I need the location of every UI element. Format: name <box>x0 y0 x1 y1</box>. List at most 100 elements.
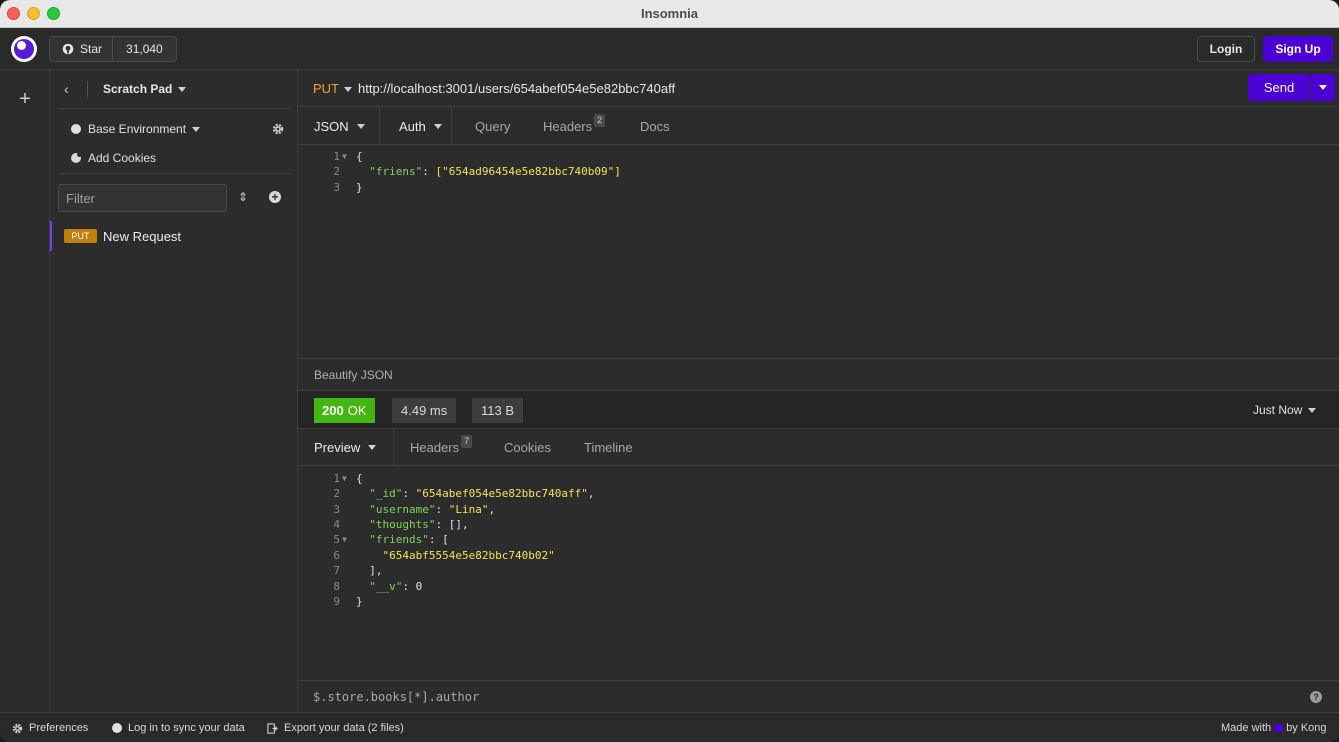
project-title: Scratch Pad <box>103 82 173 96</box>
response-body-viewer[interactable]: 1 ▼{ 2 "_id": "654abef054e5e82bbc740aff",… <box>298 466 1339 680</box>
cookie-icon <box>71 152 82 163</box>
tab-query[interactable]: Query <box>475 107 510 145</box>
help-icon[interactable]: ? <box>1310 691 1322 703</box>
tab-label: Headers <box>410 440 460 455</box>
plus-icon[interactable]: + <box>14 88 36 110</box>
json-key: "username" <box>369 502 436 516</box>
tab-auth[interactable]: Auth <box>380 107 452 145</box>
code-line: 5 ▼ "friends": [ <box>298 531 448 547</box>
tab-label: Query <box>475 118 511 134</box>
line-number: 8 <box>333 579 340 593</box>
url-input[interactable]: http://localhost:3001/users/654abef054e5… <box>358 81 675 96</box>
line-number: 3 <box>333 180 340 194</box>
sort-icon[interactable]: ⇕ <box>238 190 248 204</box>
caret-down-icon <box>1308 408 1317 414</box>
caret-down-icon <box>344 87 352 93</box>
fold-arrow-icon[interactable]: ▼ <box>340 474 356 483</box>
code-text: { <box>356 471 363 485</box>
caret-down-icon <box>192 126 201 132</box>
environment-panel: Base Environment Add Cookies <box>58 108 290 174</box>
line-number: 6 <box>333 548 340 562</box>
code-line: 1 ▼{ <box>298 470 363 486</box>
sign-up-button[interactable]: Sign Up <box>1263 36 1333 62</box>
add-cookies-label: Add Cookies <box>88 151 157 165</box>
tab-docs[interactable]: Docs <box>640 107 670 145</box>
headers-count-badge: 7 <box>461 435 473 448</box>
send-button[interactable]: Send <box>1248 74 1310 101</box>
line-number: 3 <box>333 502 340 516</box>
app-header: Star 31,040 Login Sign Up <box>0 28 1339 70</box>
url-bar: PUT http://localhost:3001/users/654abef0… <box>298 70 1339 107</box>
json-key: "__v" <box>369 579 403 593</box>
editor-actions-bar: Beautify JSON <box>298 359 1339 391</box>
status-footer: Preferences Log in to sync your data Exp… <box>0 712 1339 742</box>
line-number: 7 <box>333 563 340 577</box>
request-filter-input[interactable] <box>58 184 227 212</box>
json-value: [], <box>448 517 469 531</box>
tab-label: Headers <box>543 118 593 134</box>
project-dropdown[interactable]: Scratch Pad <box>103 82 187 96</box>
request-list-item[interactable]: PUT New Request <box>50 221 297 251</box>
insomnia-logo-icon[interactable] <box>11 36 37 62</box>
sync-status-icon <box>112 723 122 733</box>
caret-down-icon <box>368 445 377 450</box>
github-icon <box>62 43 74 55</box>
tab-headers[interactable]: Headers 2 <box>543 107 606 145</box>
code-line: 6 "654abf5554e5e82bbc740b02" <box>298 547 554 563</box>
json-key: "thoughts" <box>369 517 436 531</box>
tab-preview[interactable]: Preview <box>298 429 394 466</box>
environment-label: Base Environment <box>88 122 187 136</box>
request-body-editor[interactable]: 1 ▼{ 2 "friens": ["654ad96454e5e82bbc740b… <box>298 145 1339 359</box>
left-rail: + <box>0 70 50 712</box>
headers-count-badge: 2 <box>594 113 606 127</box>
export-label: Export your data (2 files) <box>284 722 404 734</box>
send-options-button[interactable] <box>1311 74 1335 101</box>
fold-arrow-icon[interactable]: ▼ <box>340 535 356 544</box>
tab-label: Preview <box>314 440 361 455</box>
preferences-button[interactable]: Preferences <box>12 722 88 734</box>
method-label: PUT <box>313 81 339 96</box>
tab-label: Timeline <box>584 440 633 455</box>
add-request-icon[interactable]: + <box>269 191 281 203</box>
response-filter-bar: $.store.books[*].author ? <box>298 680 1339 712</box>
app-window: Insomnia Star 31,040 Login Sign Up + ‹ S… <box>0 0 1339 742</box>
code-line: 3} <box>298 179 362 195</box>
code-line: 2 "_id": "654abef054e5e82bbc740aff", <box>298 485 594 501</box>
response-time-badge: 4.49 ms <box>392 398 457 423</box>
fold-arrow-icon[interactable]: ▼ <box>340 152 356 161</box>
add-cookies-button[interactable]: Add Cookies <box>71 151 156 165</box>
status-code: 200 <box>322 403 344 418</box>
star-label: Star <box>80 42 103 56</box>
json-value: "654abef054e5e82bbc740aff", <box>415 486 595 500</box>
back-chevron-icon[interactable]: ‹ <box>64 81 69 97</box>
tab-json[interactable]: JSON <box>298 107 380 145</box>
code-text: ], <box>369 563 383 577</box>
tab-label: Docs <box>640 118 670 134</box>
code-line: 1 ▼{ <box>298 148 362 164</box>
beautify-json-button[interactable]: Beautify JSON <box>314 368 393 382</box>
gear-icon <box>12 723 23 733</box>
login-button[interactable]: Login <box>1197 36 1255 62</box>
github-star-group: Star 31,040 <box>49 36 177 62</box>
export-data-button[interactable]: Export your data (2 files) <box>267 722 404 734</box>
tab-label: Cookies <box>504 440 551 455</box>
star-count[interactable]: 31,040 <box>113 37 176 61</box>
response-status-bar: 200 OK 4.49 ms 113 B Just Now <box>298 391 1339 429</box>
tab-label: Auth <box>399 118 426 134</box>
method-badge: PUT <box>64 229 97 243</box>
github-star-button[interactable]: Star <box>50 37 114 61</box>
title-bar: Insomnia <box>0 0 1339 28</box>
sync-login-button[interactable]: Log in to sync your data <box>112 722 245 734</box>
request-name: New Request <box>103 228 182 244</box>
made-with-kong[interactable]: Made with by Kong <box>1221 722 1327 734</box>
tab-response-headers[interactable]: Headers 7 <box>410 429 473 466</box>
gear-icon[interactable] <box>272 123 284 135</box>
tab-cookies[interactable]: Cookies <box>504 429 551 466</box>
response-filter-input[interactable]: $.store.books[*].author <box>313 690 479 704</box>
environment-selector[interactable]: Base Environment <box>71 122 201 136</box>
tab-timeline[interactable]: Timeline <box>584 429 633 466</box>
method-dropdown[interactable]: PUT <box>313 81 352 96</box>
response-history-dropdown[interactable]: Just Now <box>1253 403 1317 417</box>
divider <box>87 81 88 97</box>
by-kong-label: by Kong <box>1286 722 1327 734</box>
